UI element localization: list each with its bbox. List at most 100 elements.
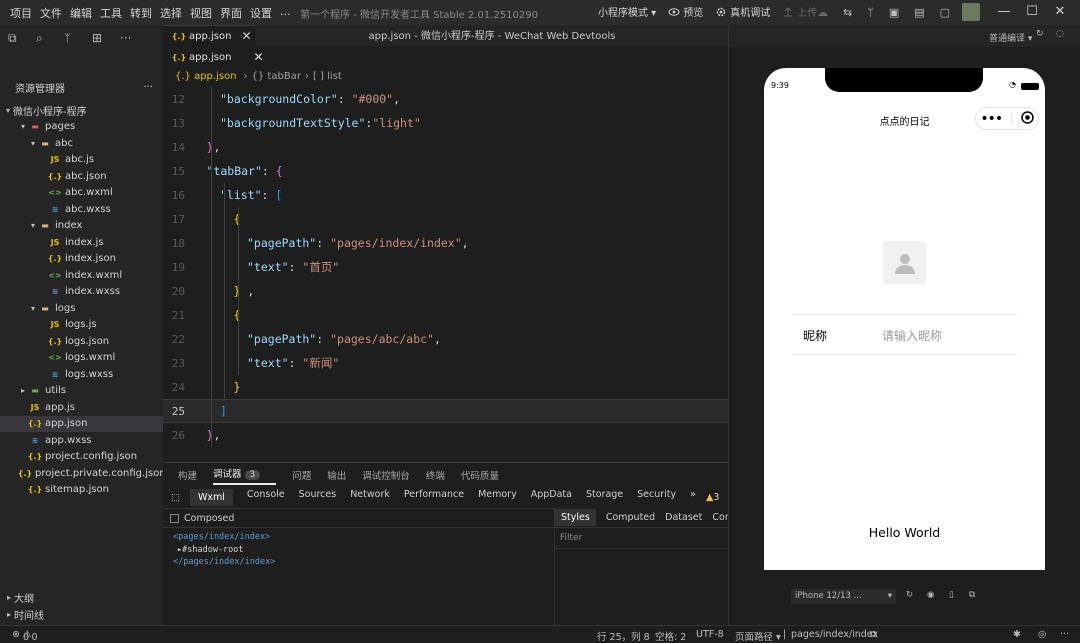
file-tree-item[interactable]: {.} app.json	[0, 415, 163, 432]
panel-tab[interactable]: 调试控制台	[362, 468, 410, 482]
clear-icon[interactable]: ◌	[1056, 29, 1064, 39]
dom-open-tag[interactable]: <pages/index/index>	[173, 531, 275, 544]
file-tree-item[interactable]: ▾ ▬ logs	[0, 300, 163, 317]
search-icon[interactable]: ⌕	[36, 31, 64, 47]
styles-tab[interactable]: Computed	[606, 512, 655, 523]
panel-icon[interactable]: ▤	[914, 6, 924, 19]
panel-tab[interactable]: 终端	[426, 468, 445, 482]
composed-toggle[interactable]: Composed	[163, 508, 554, 528]
branch-icon[interactable]: ᛘ	[867, 6, 874, 19]
compile-mode-select[interactable]: 普通编译 ▾	[989, 31, 1032, 44]
styles-filter-input[interactable]: Filter	[554, 529, 728, 549]
code-line[interactable]: 12 "backgroundColor": "#000",	[163, 87, 728, 111]
more-icon[interactable]: ···	[143, 82, 153, 93]
file-tree-item[interactable]: JS index.js	[0, 234, 163, 251]
menu-item[interactable]: 界面	[220, 5, 242, 21]
file-tree-item[interactable]: ≋ index.wxss	[0, 284, 163, 301]
inspect-icon[interactable]: ⬚	[171, 492, 180, 503]
extensions-icon[interactable]: ⊞	[92, 31, 120, 47]
problems-indicator[interactable]: ⊗ 0 ⚠ 0	[12, 629, 38, 643]
active-tab[interactable]: {.} app.json ✕	[163, 46, 728, 68]
file-tree-item[interactable]: ▾ ▬ pages	[0, 119, 163, 136]
breadcrumb-2[interactable]: [ ] list	[313, 71, 342, 82]
file-tree-item[interactable]: {.} project.config.json	[0, 449, 163, 466]
panel-tab[interactable]: 代码质量	[461, 468, 499, 482]
copy-icon[interactable]: ⧉	[870, 629, 877, 640]
file-tree-item[interactable]: ≋ app.wxss	[0, 432, 163, 449]
menu-item[interactable]: 文件	[40, 5, 62, 21]
devtools-tab[interactable]: AppData	[531, 489, 572, 506]
menu-item[interactable]: ...	[280, 5, 291, 21]
styles-tab[interactable]: Compo	[712, 512, 728, 523]
code-line[interactable]: 20} ,	[163, 279, 728, 303]
tab-app-json[interactable]: {.} app.json ✕	[163, 25, 255, 46]
file-tree-item[interactable]: <> logs.wxml	[0, 350, 163, 367]
file-tree-item[interactable]: ▸ ▬ utils	[0, 383, 163, 400]
file-tree-item[interactable]: JS app.js	[0, 399, 163, 416]
outline-section[interactable]: ▸ 大纲	[0, 589, 163, 605]
code-line[interactable]: 14},	[163, 135, 728, 159]
panel-tab[interactable]: 问题	[292, 468, 311, 482]
code-editor[interactable]: 12 "backgroundColor": "#000", 13 "backgroun…	[163, 87, 728, 462]
menu-item[interactable]: 转到	[130, 5, 152, 21]
encoding[interactable]: UTF-8	[696, 629, 724, 640]
more-icon[interactable]: ···	[1060, 629, 1069, 640]
bug-icon[interactable]: ✱	[1013, 629, 1021, 640]
file-tree-item[interactable]: {.} abc.json	[0, 168, 163, 185]
code-line[interactable]: 13 "backgroundTextStyle":"light"	[163, 111, 728, 135]
shadow-root[interactable]: ▸#shadow-root	[173, 544, 275, 557]
file-tree-item[interactable]: <> index.wxml	[0, 267, 163, 284]
close-tab-icon[interactable]: ✕	[241, 29, 251, 43]
code-line[interactable]: 15 "tabBar": {	[163, 159, 728, 183]
record-icon[interactable]: ◉	[927, 590, 934, 600]
source-control-icon[interactable]: ᛘ	[64, 31, 92, 47]
composed-checkbox[interactable]	[170, 513, 179, 523]
avatar[interactable]	[962, 3, 980, 21]
file-tree-item[interactable]: ▾ ▬ abc	[0, 135, 163, 152]
devtools-tab[interactable]: Memory	[478, 489, 517, 506]
file-tree-item[interactable]: ▾ ▬ index	[0, 218, 163, 235]
menu-item[interactable]: 选择	[160, 5, 182, 21]
file-tree-item[interactable]: {.} index.json	[0, 251, 163, 268]
devtools-tab[interactable]: Performance	[404, 489, 464, 506]
timeline-section[interactable]: ▸ 时间线	[0, 606, 163, 622]
preview-button[interactable]: 预览	[668, 4, 703, 19]
devtools-tab[interactable]: Network	[350, 489, 390, 506]
menu-item[interactable]: 项目	[10, 5, 32, 21]
nickname-input[interactable]: 请输入昵称	[882, 327, 942, 344]
close-icon[interactable]: ✕	[1046, 4, 1074, 19]
styles-tab[interactable]: Styles	[555, 509, 596, 526]
breadcrumb-1[interactable]: {} tabBar	[252, 71, 301, 82]
file-tree-item[interactable]: ≋ logs.wxss	[0, 366, 163, 383]
refresh-icon[interactable]: ↻	[1036, 29, 1044, 39]
file-tree-item[interactable]: {.} logs.json	[0, 333, 163, 350]
more-icon[interactable]: ···	[120, 31, 148, 47]
code-line[interactable]: 21{	[163, 303, 728, 327]
page-path-select[interactable]: 页面路径 ▾	[735, 629, 781, 643]
code-line[interactable]: 16 "list": [	[163, 183, 728, 207]
devtools-tab[interactable]: Wxml	[189, 489, 233, 506]
devtools-tab[interactable]: Console	[247, 489, 285, 506]
files-icon[interactable]: ⧉	[8, 31, 36, 47]
indentation[interactable]: 空格: 2	[655, 629, 686, 643]
file-tree-item[interactable]: <> abc.wxml	[0, 185, 163, 202]
capsule-menu[interactable]: •••	[975, 107, 1039, 130]
file-tree-item[interactable]: ≋ abc.wxss	[0, 201, 163, 218]
layout-icon[interactable]: ▣	[889, 6, 899, 19]
code-line[interactable]: 24}	[163, 375, 728, 399]
close-icon[interactable]: ✕	[253, 50, 263, 64]
file-tree-item[interactable]: {.} sitemap.json	[0, 482, 163, 499]
devtools-tab[interactable]: »	[690, 489, 696, 506]
detach-icon[interactable]: ⧉	[969, 590, 975, 600]
phone-icon[interactable]: ▯	[949, 590, 954, 600]
file-tree-item[interactable]: JS logs.js	[0, 317, 163, 334]
styles-tab[interactable]: Dataset	[665, 512, 702, 523]
project-root[interactable]: ▾ 微信小程序-程序	[0, 102, 163, 119]
file-tree-item[interactable]: JS abc.js	[0, 152, 163, 169]
window-icon[interactable]: ▢	[940, 6, 950, 19]
panel-tab[interactable]: 构建	[178, 468, 197, 482]
upload-button[interactable]: 上传	[782, 4, 817, 19]
code-line[interactable]: 18 "pagePath": "pages/index/index",	[163, 231, 728, 255]
switch-icon[interactable]: ⇆	[843, 6, 852, 19]
code-line[interactable]: 17{	[163, 207, 728, 231]
